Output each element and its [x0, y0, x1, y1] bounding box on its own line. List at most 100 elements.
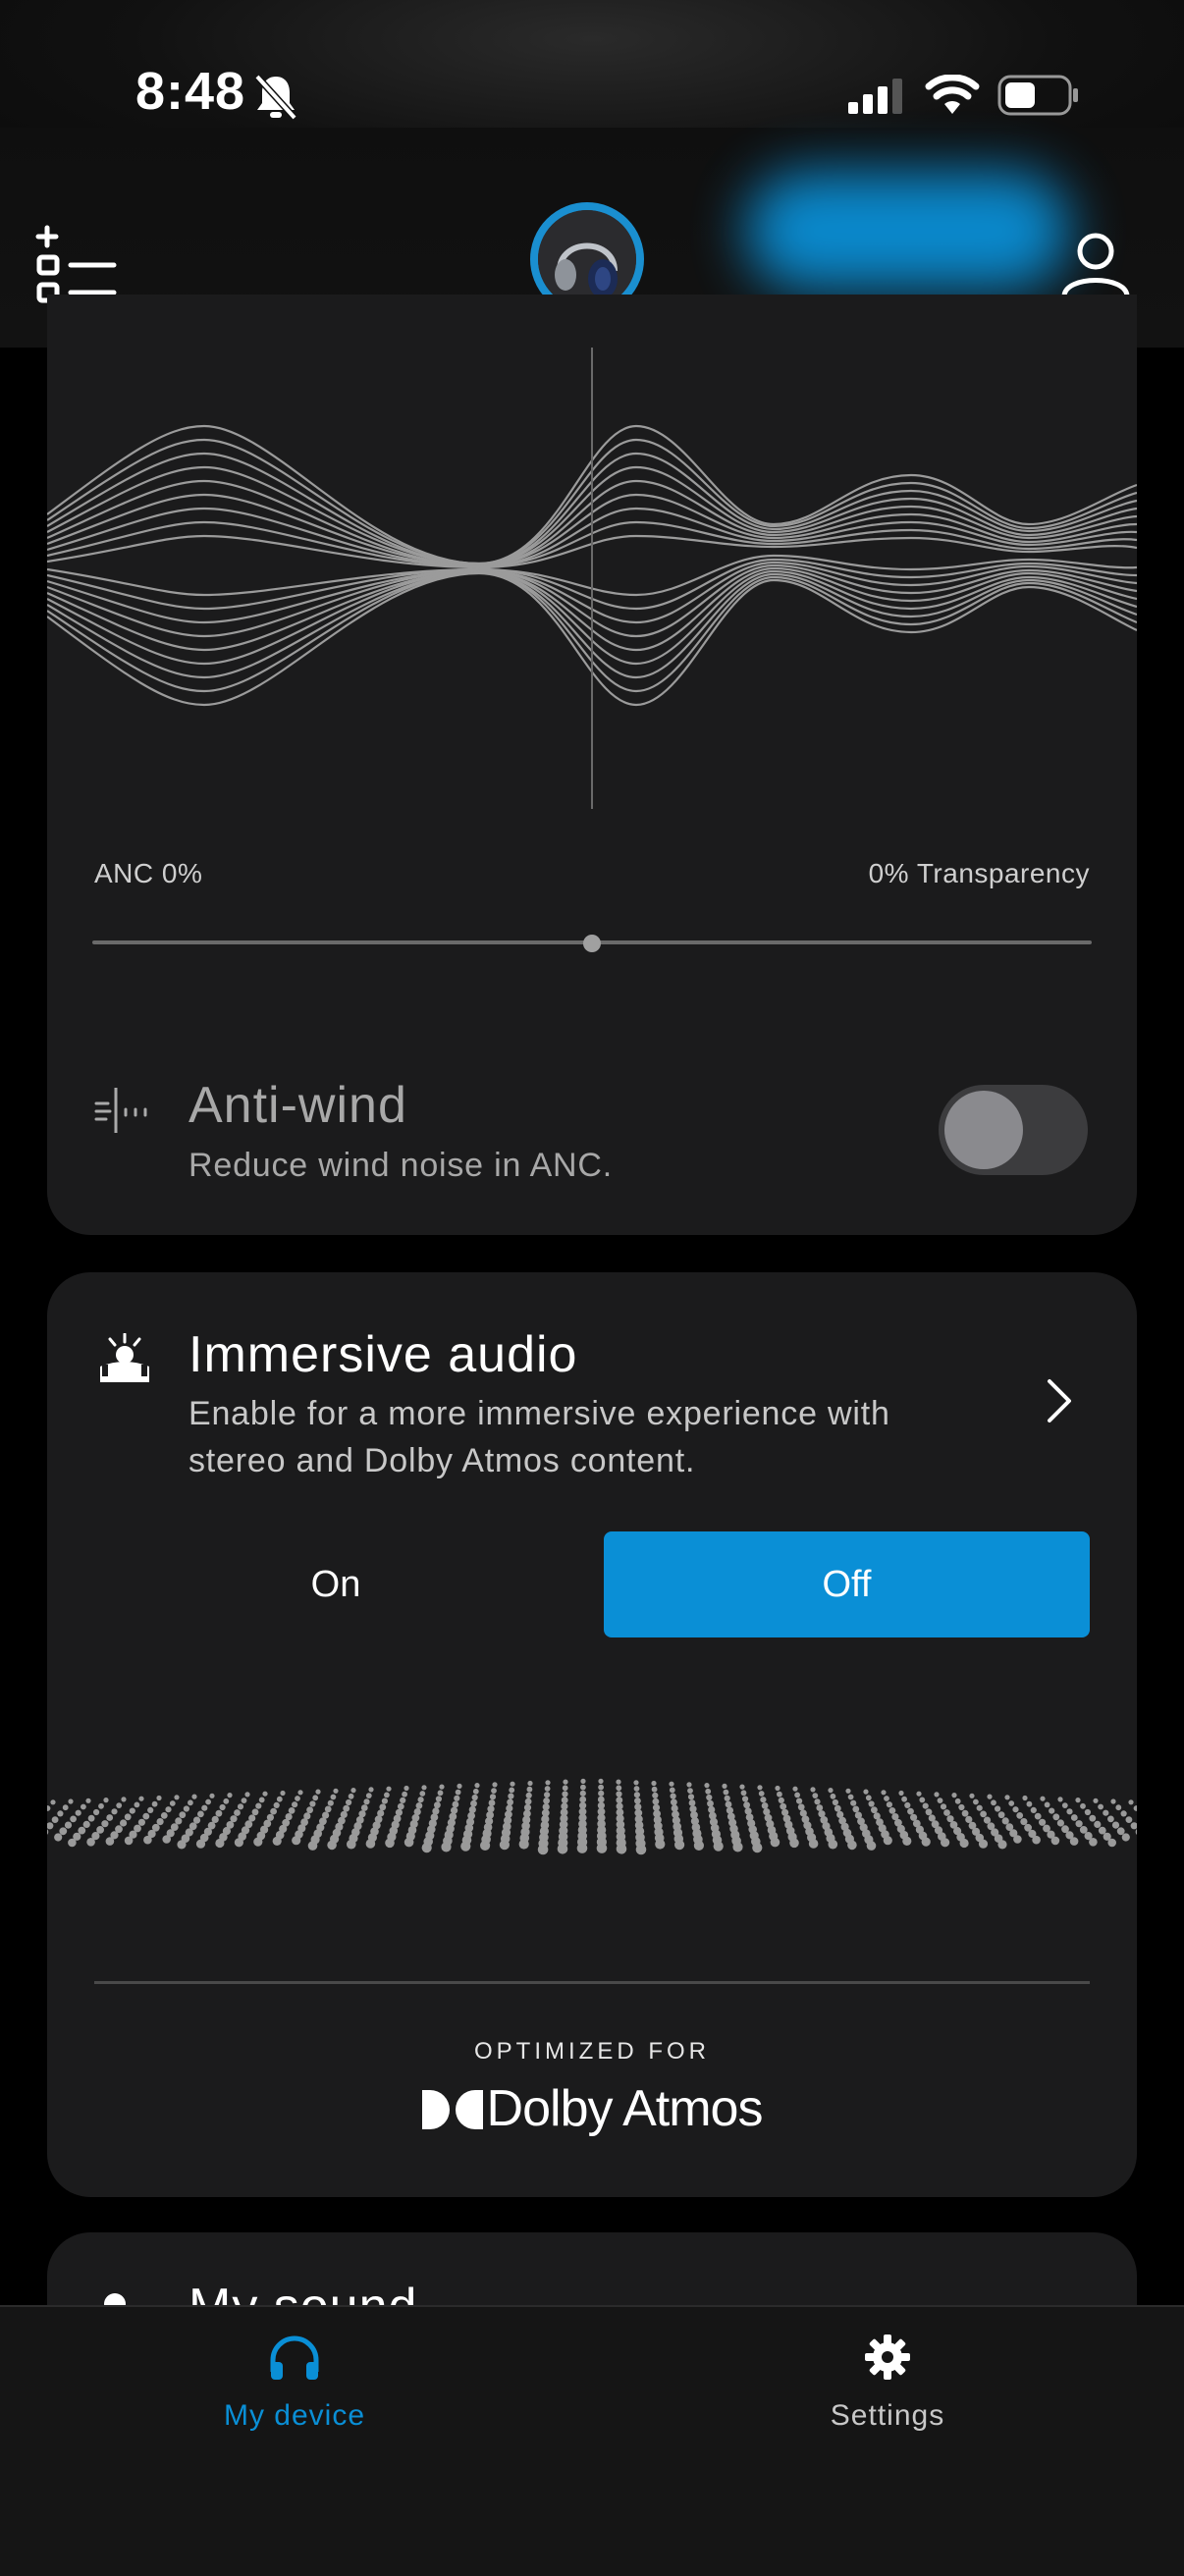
- wave-dot: [47, 1822, 54, 1830]
- wave-dot: [75, 1809, 81, 1816]
- wave-dot: [306, 1806, 313, 1814]
- wave-dot: [526, 1786, 533, 1793]
- tab-my-device[interactable]: My device: [147, 2327, 442, 2444]
- wave-dot: [327, 1799, 334, 1806]
- wave-dot: [499, 1840, 510, 1851]
- wave-dot: [886, 1801, 893, 1808]
- wave-dot: [792, 1786, 798, 1792]
- wave-dot: [940, 1803, 947, 1810]
- wave-dot: [82, 1820, 90, 1828]
- wave-dot: [830, 1793, 836, 1799]
- dolby-atmos-logo: Dolby Atmos: [0, 2079, 1184, 2138]
- anc-slider-thumb[interactable]: [583, 935, 601, 952]
- wave-dot: [1056, 1819, 1064, 1827]
- wave-dot: [209, 1793, 215, 1798]
- wave-dot: [635, 1844, 647, 1855]
- wave-dot: [1070, 1814, 1078, 1821]
- wave-dot: [670, 1793, 676, 1799]
- wave-dot: [1080, 1802, 1086, 1809]
- chevron-right-icon[interactable]: [1045, 1376, 1074, 1425]
- antiwind-title: Anti-wind: [188, 1077, 407, 1134]
- wave-dot: [165, 1806, 172, 1813]
- wave-dot: [706, 1794, 713, 1801]
- wave-dot: [258, 1797, 265, 1803]
- wave-dot: [881, 1790, 887, 1796]
- wave-dot: [169, 1800, 176, 1806]
- wave-dot: [381, 1798, 388, 1804]
- immersive-off-button[interactable]: Off: [604, 1531, 1090, 1637]
- wave-dot: [147, 1806, 154, 1813]
- wave-dot: [1107, 1838, 1116, 1848]
- wave-dot: [402, 1791, 407, 1798]
- wave-dot: [777, 1791, 782, 1798]
- wave-dot: [441, 1842, 452, 1852]
- tab-settings[interactable]: Settings: [740, 2327, 1035, 2444]
- wave-dot: [1130, 1822, 1137, 1830]
- wave-dot: [191, 1794, 197, 1799]
- wave-dot: [87, 1814, 95, 1822]
- anc-right-label: 0% Transparency: [868, 858, 1090, 888]
- immersive-on-button[interactable]: On: [188, 1531, 483, 1637]
- wave-dot: [417, 1797, 424, 1803]
- wave-dot: [688, 1799, 696, 1806]
- wave-dot: [616, 1779, 621, 1785]
- person-icon[interactable]: [1060, 230, 1131, 300]
- wave-dot: [474, 1783, 480, 1789]
- wave-dot: [922, 1802, 929, 1809]
- wave-dot: [404, 1837, 414, 1848]
- wave-dot: [633, 1780, 639, 1786]
- wave-dot: [847, 1840, 857, 1851]
- wave-dot: [324, 1805, 332, 1813]
- wave-dot: [651, 1780, 657, 1787]
- wave-dot: [124, 1813, 132, 1821]
- wave-dot: [312, 1795, 319, 1801]
- wave-dot: [797, 1803, 805, 1811]
- wave-dot: [1069, 1837, 1079, 1846]
- wave-dot: [454, 1795, 460, 1801]
- wave-dot: [492, 1782, 498, 1788]
- wave-dot: [983, 1816, 992, 1824]
- wave-dot: [81, 1803, 86, 1810]
- wave-dot: [1133, 1805, 1137, 1811]
- wave-dot: [1098, 1803, 1103, 1810]
- wave-dot: [457, 1783, 462, 1789]
- wave-dot: [273, 1801, 280, 1808]
- wave-dot: [400, 1797, 406, 1803]
- wave-dot: [307, 1841, 318, 1851]
- wave-dot: [865, 1795, 872, 1801]
- wave-dot: [415, 1802, 423, 1809]
- wave-dot: [951, 1793, 957, 1798]
- wave-dot: [808, 1839, 819, 1849]
- wave-dot: [563, 1779, 568, 1785]
- wave-dot: [421, 1785, 427, 1791]
- wave-dot: [50, 1799, 56, 1805]
- wave-dot: [363, 1798, 370, 1805]
- wave-dot: [794, 1792, 800, 1798]
- wave-dot: [598, 1784, 604, 1791]
- wave-dot: [898, 1790, 904, 1797]
- antiwind-toggle[interactable]: [939, 1085, 1088, 1175]
- wave-dot: [70, 1815, 77, 1823]
- wave-dot: [722, 1783, 727, 1789]
- headphones-icon: [270, 2335, 319, 2380]
- wave-dot: [987, 1794, 993, 1799]
- wave-dot: [1032, 1835, 1041, 1845]
- wave-dot: [197, 1810, 204, 1818]
- wave-dot: [742, 1796, 749, 1802]
- wave-dot: [1121, 1833, 1130, 1842]
- wave-dot: [480, 1840, 491, 1851]
- wave-dot: [1120, 1810, 1127, 1817]
- wave-dot: [219, 1803, 226, 1811]
- wave-dot: [489, 1794, 497, 1800]
- wave-dot: [1052, 1813, 1060, 1821]
- wave-dot: [384, 1792, 390, 1798]
- wave-dot: [1128, 1799, 1134, 1805]
- wave-dot: [195, 1839, 206, 1849]
- wave-dot: [1057, 1797, 1063, 1802]
- wave-dot: [1008, 1800, 1015, 1806]
- wave-dot: [404, 1785, 409, 1792]
- anc-slider[interactable]: [92, 923, 1092, 962]
- wave-dot: [343, 1804, 350, 1812]
- optimized-for-label: OPTIMIZED FOR: [474, 2038, 710, 2065]
- wave-dot: [101, 1820, 109, 1828]
